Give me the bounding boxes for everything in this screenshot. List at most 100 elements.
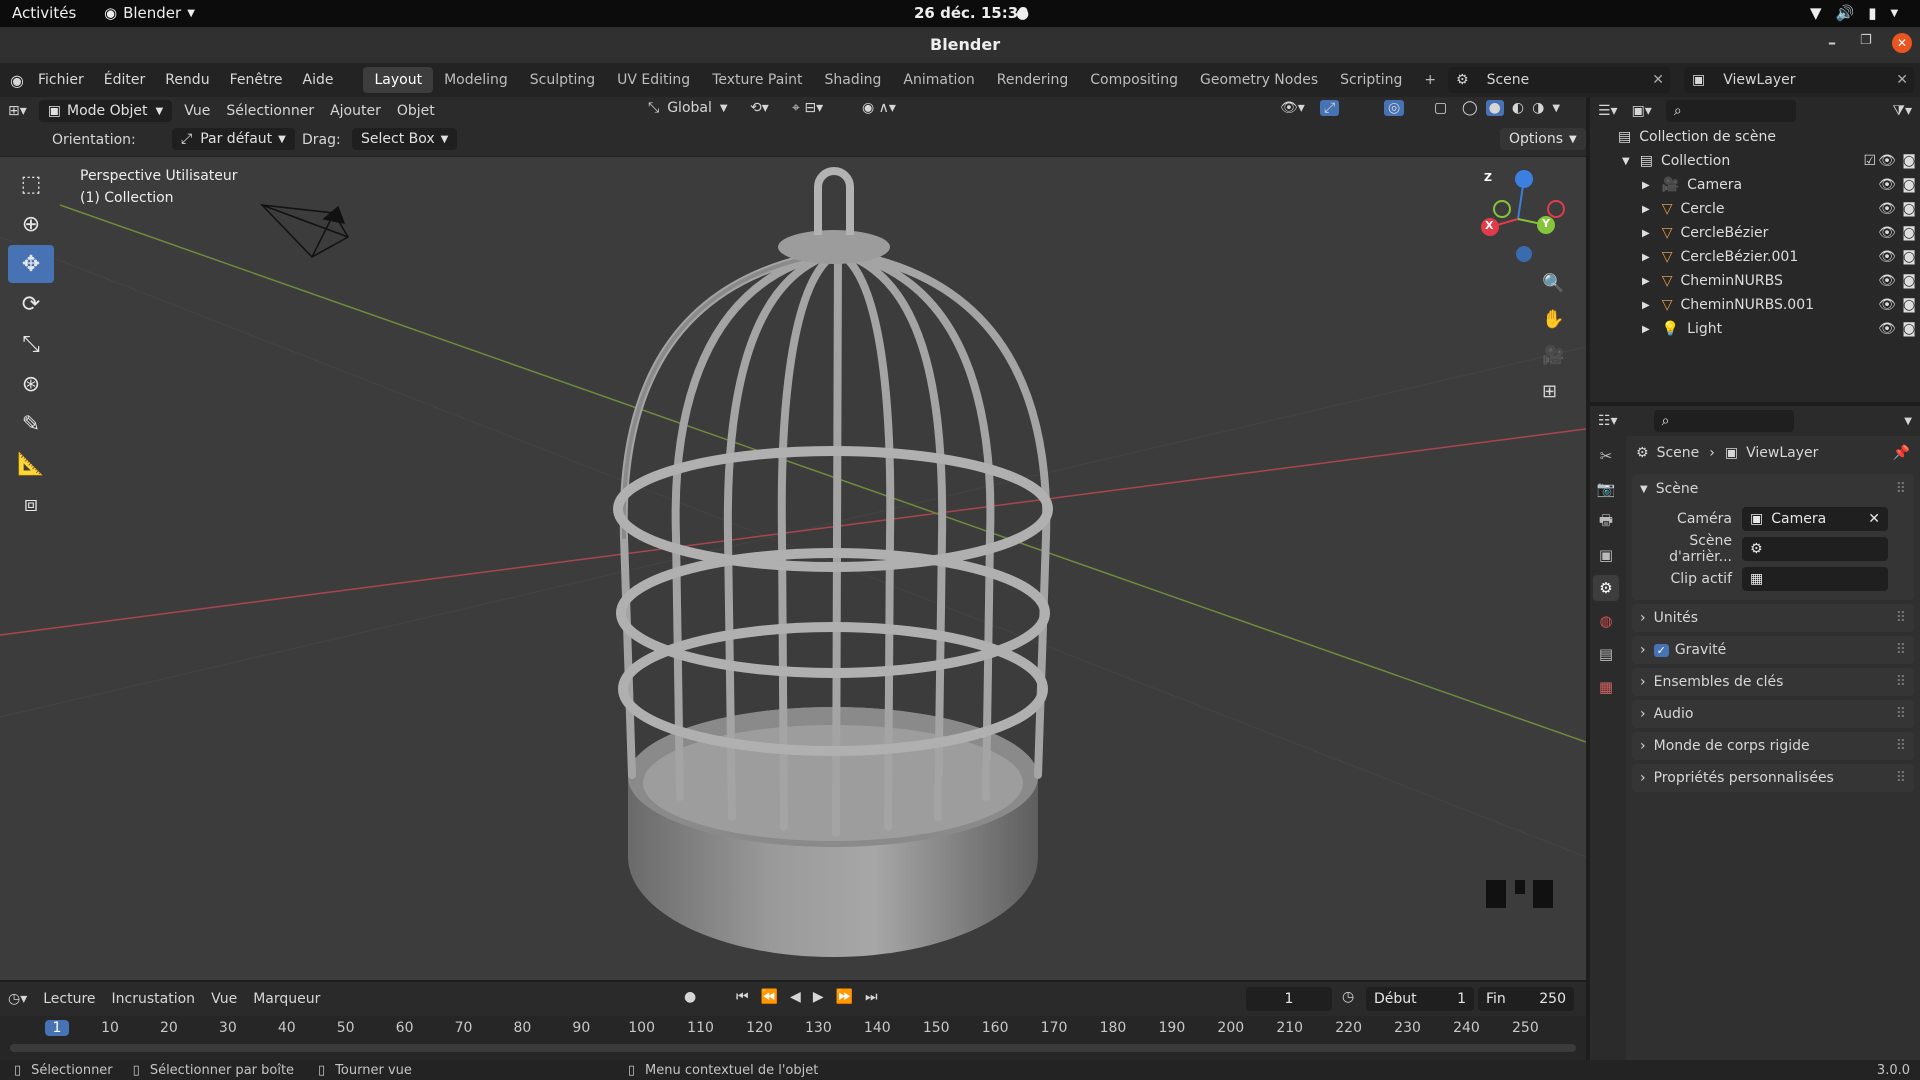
app-menu[interactable]: ◉ Blender ▼	[104, 4, 195, 22]
drag-handle-icon[interactable]: ⠿	[1896, 738, 1906, 754]
clock[interactable]: 26 déc. 15:39	[914, 4, 1029, 22]
tab-texture-paint[interactable]: Texture Paint	[701, 67, 813, 93]
bird-cage-mesh[interactable]	[613, 167, 1053, 957]
minimize-button[interactable]: –	[1828, 33, 1836, 52]
checkbox-icon[interactable]: ✓	[1653, 643, 1669, 657]
annotate-tool-icon[interactable]: ✎	[8, 405, 54, 443]
camera-render-icon[interactable]: ◙	[1898, 321, 1920, 337]
cursor-tool-icon[interactable]: ⊕	[8, 205, 54, 243]
world-tab-icon[interactable]: ◍	[1593, 608, 1619, 634]
camera-render-icon[interactable]: ◙	[1898, 153, 1920, 169]
tool-tab-icon[interactable]: ✂	[1593, 443, 1619, 469]
snap-icon[interactable]: ⌖ ⊟▾	[792, 100, 823, 116]
chevron-right-icon[interactable]: ▶	[1642, 324, 1650, 335]
properties-panel[interactable]: › Monde de corps rigide ⠿	[1632, 732, 1914, 760]
tab-scripting[interactable]: Scripting	[1329, 67, 1413, 93]
tab-animation[interactable]: Animation	[892, 67, 985, 93]
drag-handle-icon[interactable]: ⠿	[1896, 674, 1906, 690]
pin-icon[interactable]: 📌	[1893, 445, 1910, 461]
xray-icon[interactable]: ▢	[1434, 100, 1447, 116]
pan-hand-icon[interactable]: ✋	[1542, 309, 1564, 330]
tab-modeling[interactable]: Modeling	[433, 67, 519, 93]
background-scene-field[interactable]: ⚙	[1742, 537, 1888, 561]
zoom-icon[interactable]: 🔍	[1542, 273, 1564, 294]
camera-object[interactable]	[260, 204, 350, 258]
close-button[interactable]: ✕	[1892, 33, 1912, 53]
prev-keyframe-icon[interactable]: ⏪	[761, 989, 778, 1005]
menu-editer[interactable]: Éditer	[94, 72, 155, 88]
outliner-item[interactable]: ▶ 🎥 Camera 👁 ◙	[1590, 173, 1920, 197]
ortho-grid-icon[interactable]: ⊞	[1542, 381, 1557, 402]
proportional-icon[interactable]: ◉ ∧▾	[862, 100, 896, 116]
menu-ajouter[interactable]: Ajouter	[322, 100, 389, 122]
camera-render-icon[interactable]: ◙	[1898, 225, 1920, 241]
outliner-item[interactable]: ▶ ▽ Cercle 👁 ◙	[1590, 197, 1920, 221]
close-icon[interactable]: ✕	[1896, 72, 1908, 88]
jump-end-icon[interactable]: ⏭	[865, 989, 878, 1005]
frame-ruler[interactable]: 1 10 20 30 40 50 60 70 80 90 100 110 120 130 140 150 160…	[0, 1016, 1586, 1060]
scene-panel-header[interactable]: ▼ Scène ⠿	[1632, 474, 1914, 504]
camera-render-icon[interactable]: ◙	[1898, 297, 1920, 313]
drag-handle-icon[interactable]: ⠿	[1896, 770, 1906, 786]
tab-sculpting[interactable]: Sculpting	[519, 67, 606, 93]
chevron-right-icon[interactable]: ▶	[1642, 252, 1650, 263]
tab-shading[interactable]: Shading	[814, 67, 893, 93]
current-frame-field[interactable]: 1	[1246, 987, 1332, 1011]
blender-logo-icon[interactable]: ◉	[10, 71, 24, 90]
navigation-gizmo[interactable]	[1481, 170, 1565, 262]
chevron-down-icon[interactable]: ▼	[1904, 416, 1912, 427]
menu-fichier[interactable]: Fichier	[28, 72, 94, 88]
chevron-right-icon[interactable]: ▶	[1642, 300, 1650, 311]
timeline-scrollbar[interactable]	[10, 1044, 1576, 1052]
menu-lecture[interactable]: Lecture	[35, 988, 103, 1010]
pivot-icon[interactable]: ⟲▾	[750, 100, 769, 116]
properties-panel[interactable]: › Ensembles de clés ⠿	[1632, 668, 1914, 696]
end-frame-field[interactable]: Fin 250	[1478, 987, 1574, 1011]
start-frame-field[interactable]: Début 1	[1366, 987, 1474, 1011]
overlay-toggle-icon[interactable]: ◎	[1384, 100, 1405, 116]
menu-incrustation[interactable]: Incrustation	[104, 988, 204, 1010]
camera-view-icon[interactable]: 🎥	[1542, 345, 1564, 366]
play-reverse-icon[interactable]: ◀	[790, 989, 801, 1005]
material-shading-icon[interactable]: ◐	[1512, 100, 1524, 116]
menu-objet[interactable]: Objet	[389, 100, 443, 122]
eye-icon[interactable]: 👁	[1876, 273, 1898, 289]
chevron-down-icon[interactable]: ▼	[1552, 103, 1560, 114]
output-tab-icon[interactable]: 🖶	[1593, 509, 1619, 535]
menu-aide[interactable]: Aide	[293, 72, 344, 88]
solid-shading-icon[interactable]: ●	[1485, 100, 1504, 116]
outliner-item[interactable]: ▶ 💡 Light 👁 ◙	[1590, 317, 1920, 341]
drag-handle-icon[interactable]: ⠿	[1896, 706, 1906, 722]
properties-panel[interactable]: › Propriétés personnalisées ⠿	[1632, 764, 1914, 792]
measure-tool-icon[interactable]: 📐	[8, 445, 54, 483]
tab-geometry-nodes[interactable]: Geometry Nodes	[1189, 67, 1329, 93]
eye-icon[interactable]: 👁	[1876, 297, 1898, 313]
rotate-tool-icon[interactable]: ⟳	[8, 285, 54, 323]
wireframe-shading-icon[interactable]: ◯	[1462, 100, 1478, 116]
camera-render-icon[interactable]: ◙	[1898, 273, 1920, 289]
record-icon[interactable]: ●	[684, 989, 696, 1005]
eye-icon[interactable]: 👁	[1876, 225, 1898, 241]
properties-panel[interactable]: › ✓ Gravité ⠿	[1632, 636, 1914, 664]
gizmo-toggle-icon[interactable]: ⤢	[1320, 100, 1340, 116]
drag-dropdown[interactable]: Select Box ▼	[352, 128, 458, 150]
drag-handle-icon[interactable]: ⠿	[1896, 481, 1906, 497]
mode-selector[interactable]: ▣ Mode Objet ▼	[38, 100, 173, 122]
chevron-right-icon[interactable]: ▶	[1642, 228, 1650, 239]
editor-type-icon[interactable]: ⊞▾	[0, 100, 35, 122]
menu-fenetre[interactable]: Fenêtre	[220, 72, 293, 88]
active-clip-field[interactable]: ▦	[1742, 567, 1888, 591]
tab-rendering[interactable]: Rendering	[986, 67, 1080, 93]
outliner-item[interactable]: ▶ ▽ CheminNURBS 👁 ◙	[1590, 269, 1920, 293]
eye-icon[interactable]: 👁	[1876, 249, 1898, 265]
timeline-editor-icon[interactable]: ◷▾	[0, 988, 35, 1010]
move-tool-icon[interactable]: ✥	[8, 245, 54, 283]
add-workspace-icon[interactable]: +	[1413, 67, 1447, 93]
drag-handle-icon[interactable]: ⠿	[1896, 610, 1906, 626]
orientation-dropdown[interactable]: ⤢ Par défaut ▼	[172, 128, 295, 150]
render-tab-icon[interactable]: 📷	[1593, 476, 1619, 502]
select-box-tool-icon[interactable]: ⬚	[8, 165, 54, 203]
scale-tool-icon[interactable]: ⤡	[8, 325, 54, 363]
eye-icon[interactable]: 👁	[1876, 153, 1898, 169]
display-mode-icon[interactable]: ▣▾	[1632, 103, 1652, 119]
